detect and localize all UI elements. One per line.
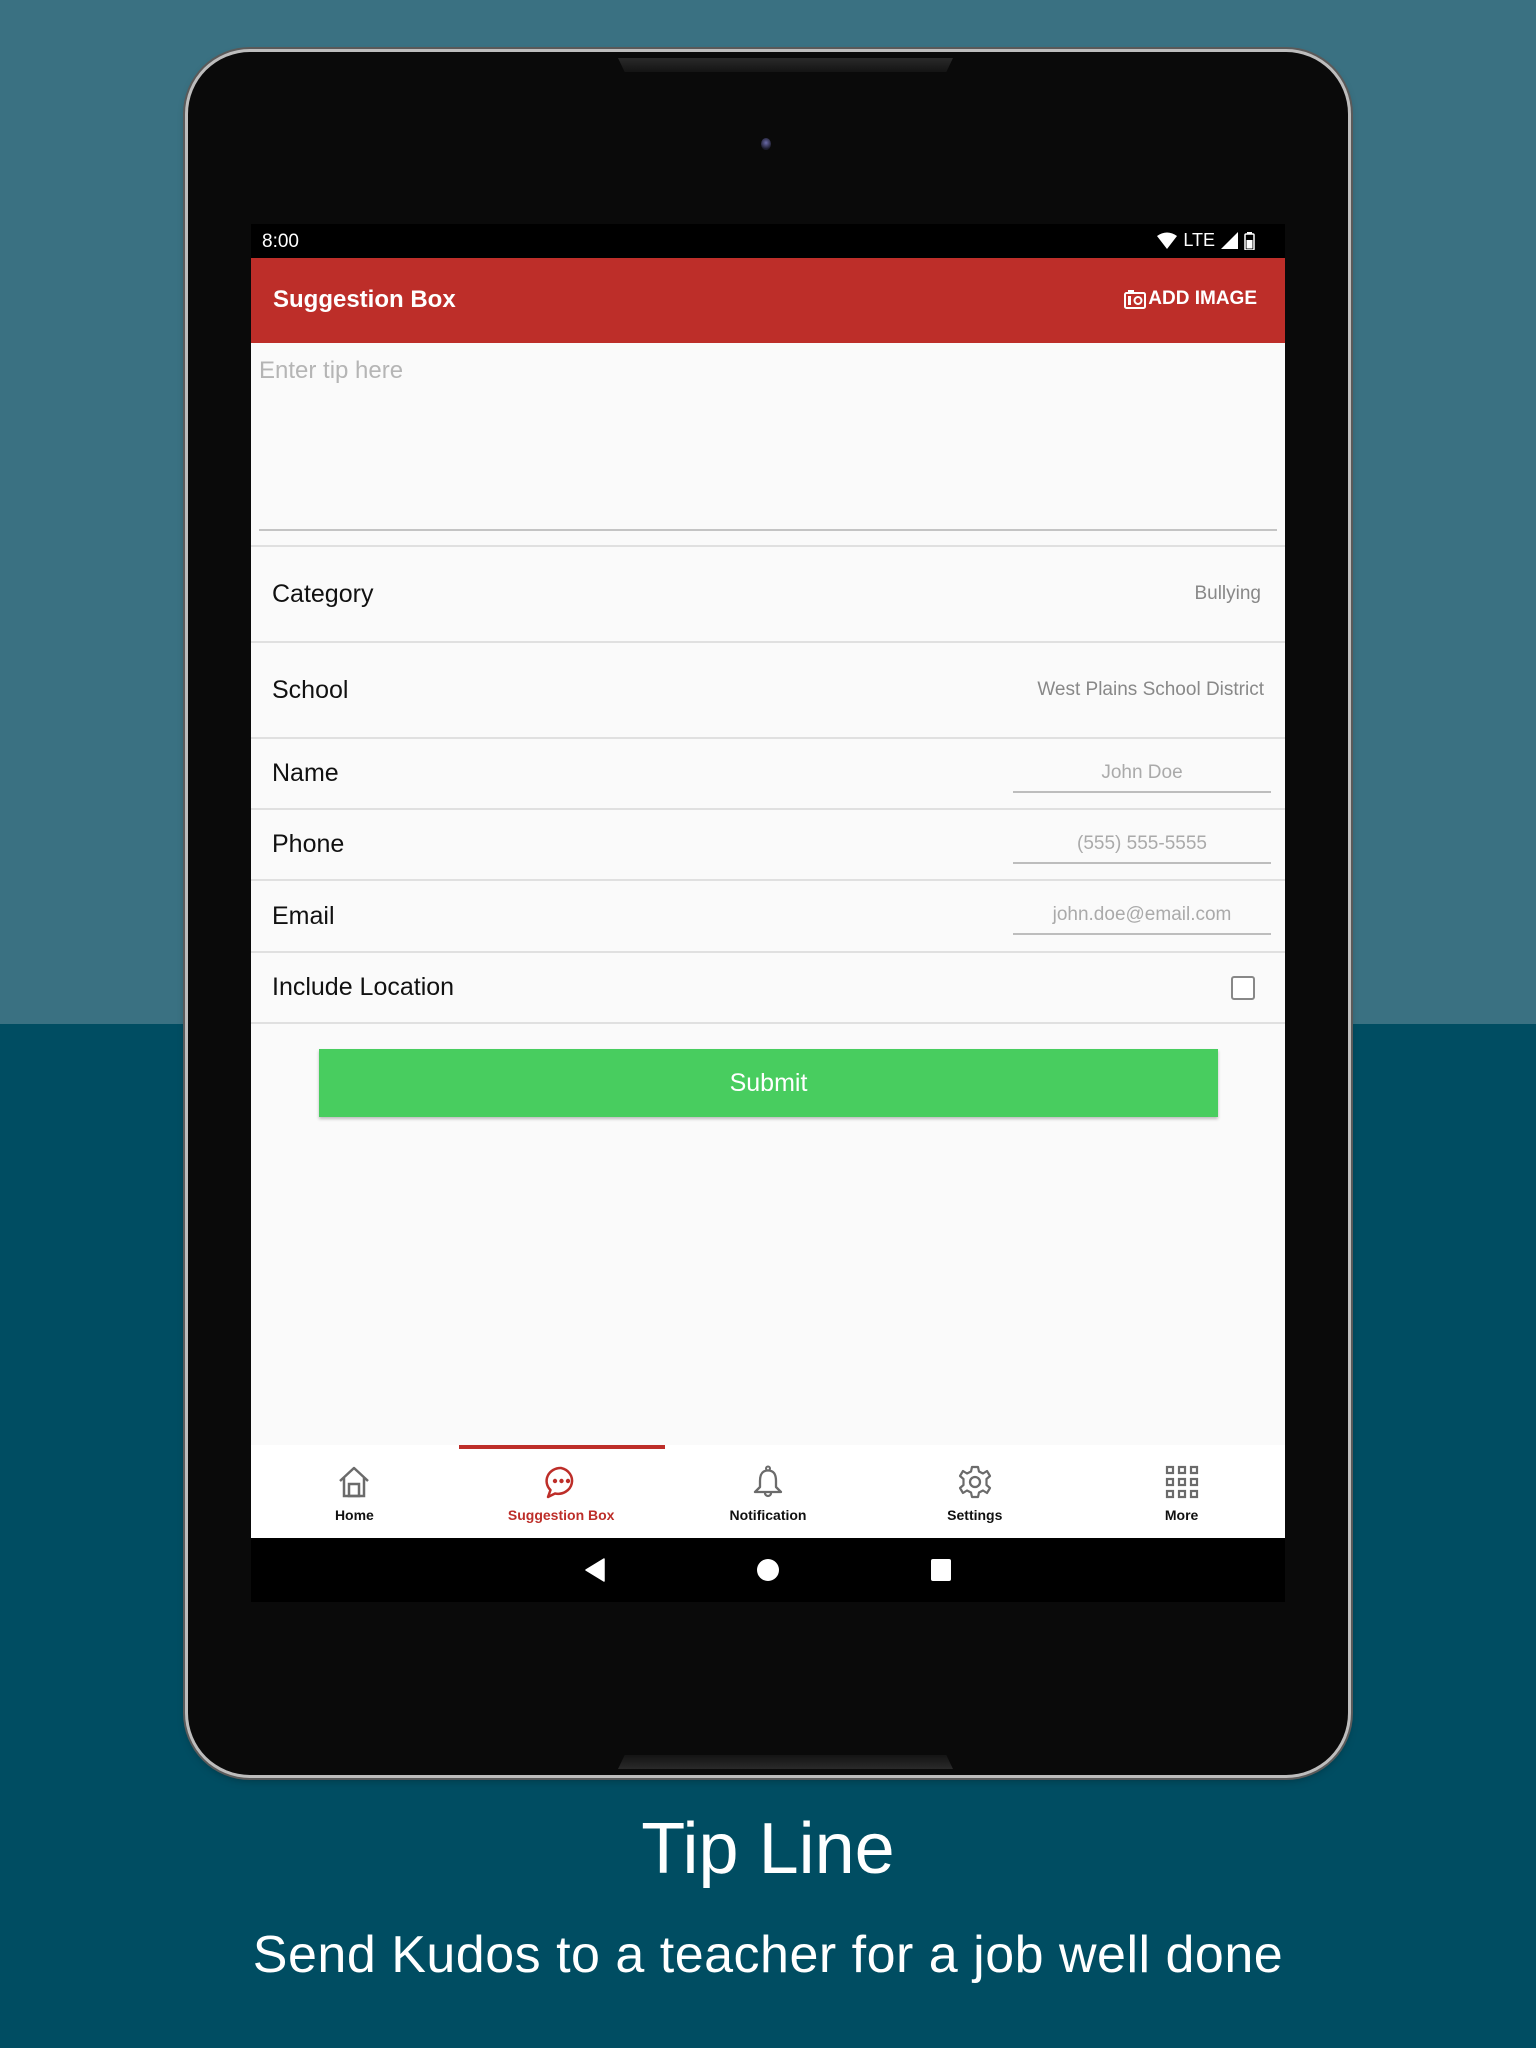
promo-subtitle: Send Kudos to a teacher for a job well d… xyxy=(252,1926,1284,1984)
add-image-label: ADD IMAGE xyxy=(1148,288,1257,309)
nav-item-home[interactable]: Home xyxy=(251,1445,458,1538)
name-row: Name xyxy=(251,737,1285,808)
nav-label-suggestion-box: Suggestion Box xyxy=(507,1507,615,1523)
category-label: Category xyxy=(272,579,374,608)
nav-label-more: More xyxy=(1164,1507,1199,1523)
tip-input[interactable] xyxy=(259,349,1277,531)
bell-icon xyxy=(753,1465,783,1498)
cell-signal-icon xyxy=(1221,232,1238,249)
app-screen: 8:00 LTE Suggestion Box ADD IMAGE Enter … xyxy=(251,224,1285,1602)
phone-field[interactable] xyxy=(1013,825,1271,864)
camera-icon xyxy=(761,138,771,150)
include-location-label: Include Location xyxy=(272,973,455,1001)
recents-icon[interactable] xyxy=(930,1558,952,1582)
nav-label-settings: Settings xyxy=(947,1507,1003,1523)
tablet-top-notch xyxy=(618,58,953,72)
home-circle-icon[interactable] xyxy=(756,1558,780,1582)
wifi-icon xyxy=(1157,232,1178,249)
email-label: Email xyxy=(272,901,335,930)
phone-row: Phone xyxy=(251,808,1285,879)
nav-item-settings[interactable]: Settings xyxy=(871,1445,1078,1538)
include-location-checkbox[interactable] xyxy=(1231,975,1255,1000)
nav-item-more[interactable]: More xyxy=(1078,1445,1285,1538)
nav-label-home: Home xyxy=(334,1507,374,1523)
name-label: Name xyxy=(272,759,339,787)
system-nav-bar xyxy=(251,1538,1285,1602)
phone-label: Phone xyxy=(272,830,345,858)
category-value[interactable]: Bullying xyxy=(1194,583,1261,605)
network-label: LTE xyxy=(1183,230,1215,250)
school-value[interactable]: West Plains School District xyxy=(1037,679,1264,701)
nav-item-notification[interactable]: Notification xyxy=(665,1445,872,1538)
school-row[interactable]: School West Plains School District xyxy=(251,641,1285,737)
name-field[interactable] xyxy=(1013,754,1271,793)
school-label: School xyxy=(272,675,349,704)
nav-item-suggestion-box[interactable]: Suggestion Box xyxy=(458,1445,665,1538)
gear-icon xyxy=(958,1465,991,1499)
nav-label-notification: Notification xyxy=(729,1507,807,1523)
chat-bubble-icon xyxy=(545,1466,574,1499)
back-icon[interactable] xyxy=(584,1558,606,1582)
bottom-nav: Home Suggestion Box Notification Setting… xyxy=(251,1445,1285,1538)
divider xyxy=(251,1022,1285,1024)
app-title: Suggestion Box xyxy=(273,286,456,313)
email-row: Email xyxy=(251,879,1285,951)
promo-title: Tip Line xyxy=(641,1809,895,1889)
include-location-row[interactable]: Include Location xyxy=(251,951,1285,1022)
tablet-bottom-notch xyxy=(618,1755,953,1769)
status-bar: 8:00 LTE xyxy=(251,224,1285,258)
email-field[interactable] xyxy=(1013,897,1271,935)
submit-button[interactable]: Submit xyxy=(319,1049,1218,1117)
home-icon xyxy=(339,1466,370,1498)
status-icons: LTE xyxy=(1157,230,1255,251)
camera-icon xyxy=(1124,290,1147,309)
active-tab-indicator xyxy=(459,1445,665,1449)
category-row[interactable]: Category Bullying xyxy=(251,545,1285,641)
grid-icon xyxy=(1165,1465,1198,1499)
add-image-button[interactable]: ADD IMAGE xyxy=(1124,288,1257,310)
battery-icon xyxy=(1244,231,1255,250)
status-time: 8:00 xyxy=(262,231,299,252)
app-bar: Suggestion Box ADD IMAGE xyxy=(251,258,1285,343)
